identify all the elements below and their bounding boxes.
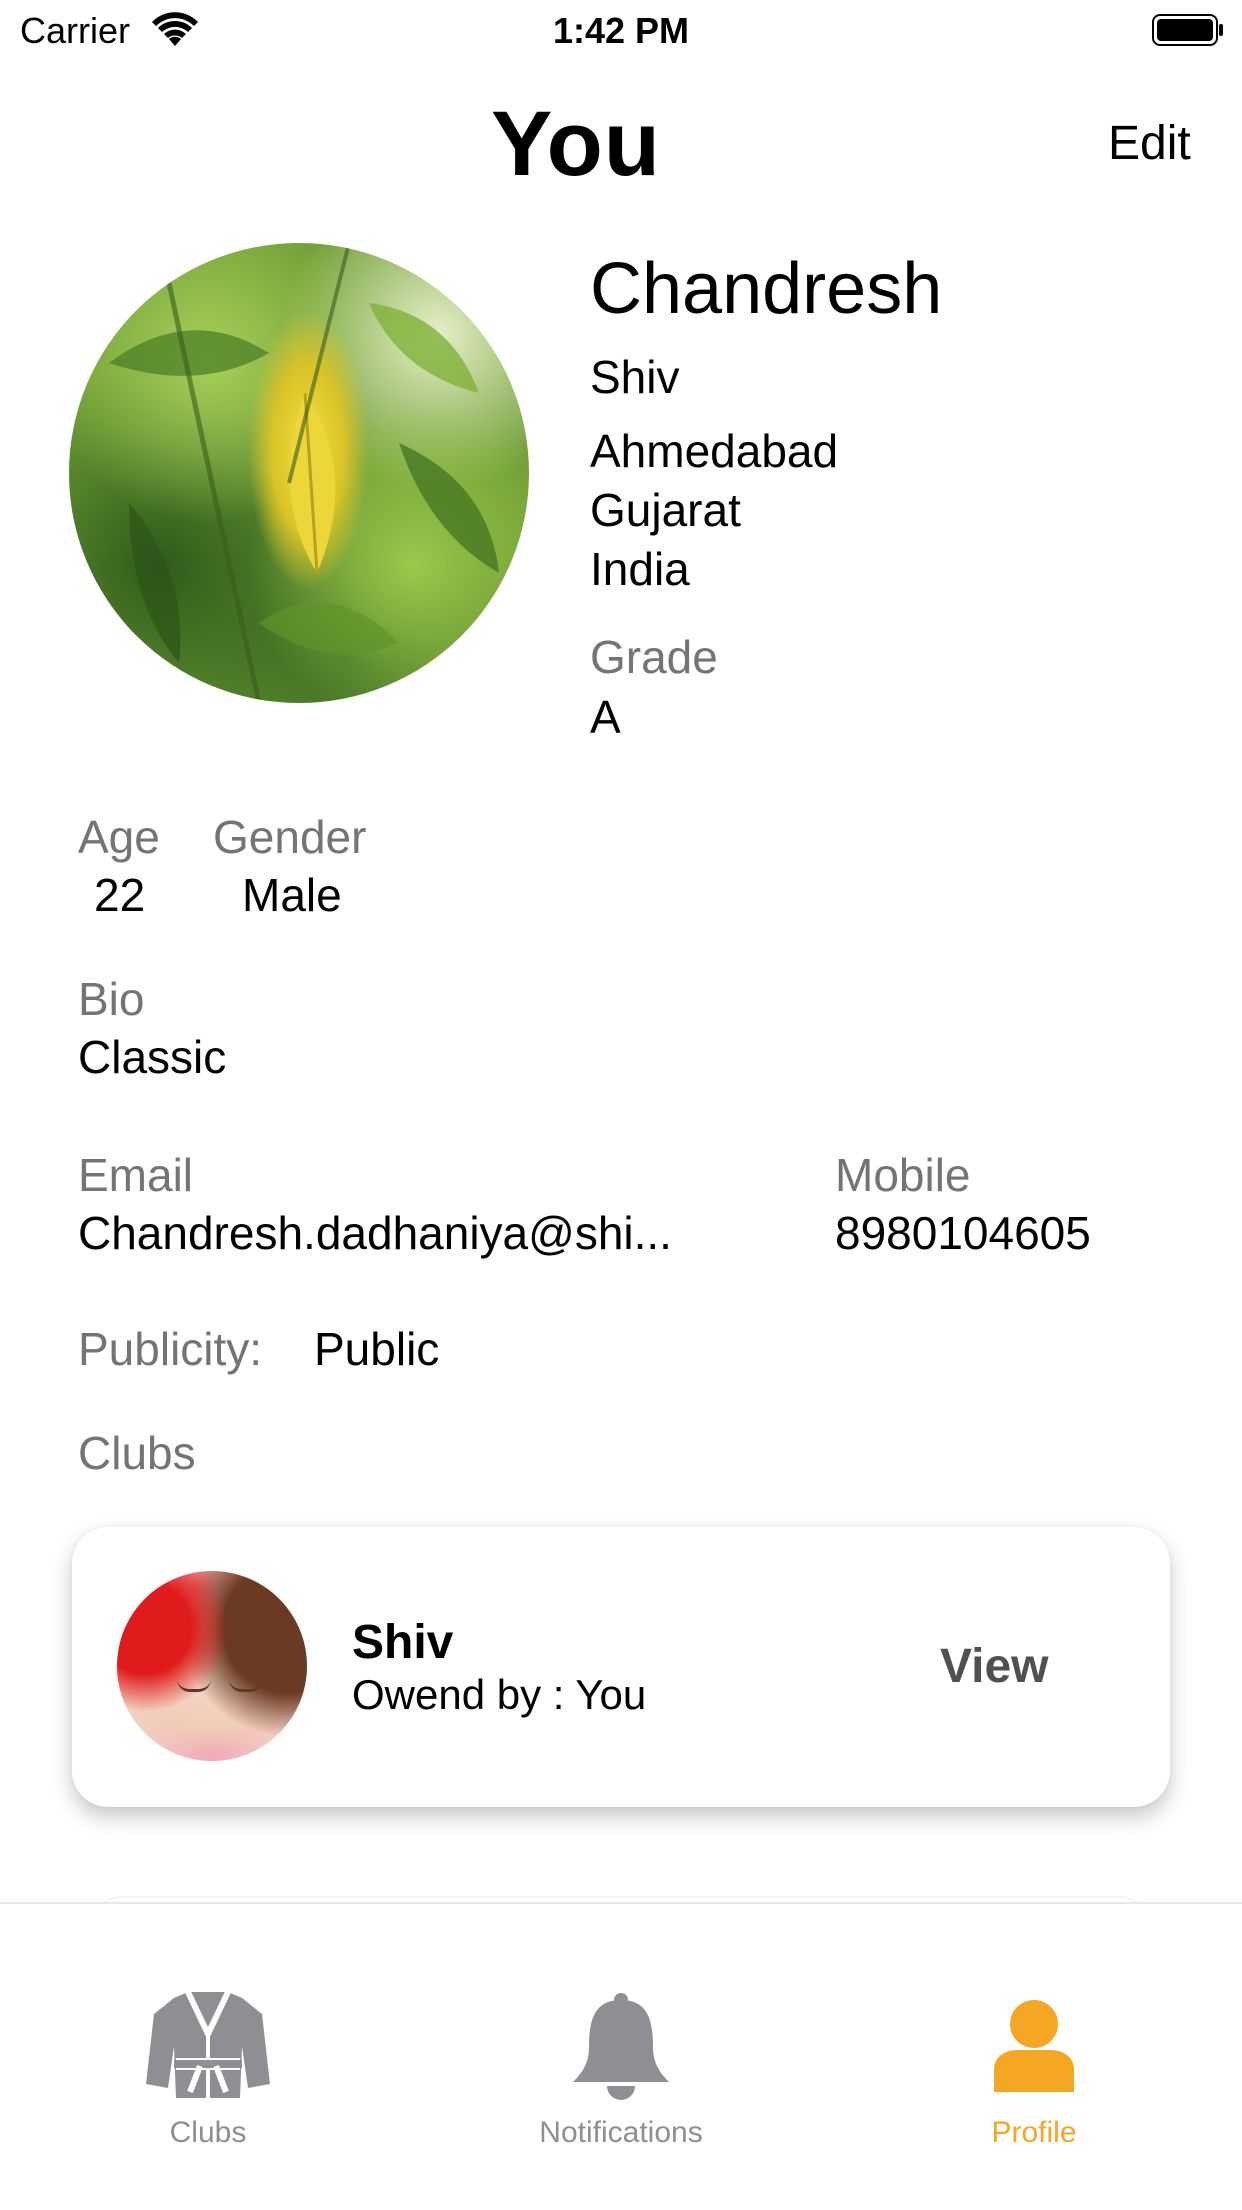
tab-clubs[interactable]: Clubs — [58, 1904, 358, 2210]
profile-first-name: Chandresh — [590, 249, 943, 329]
bio-value: Classic — [78, 1031, 227, 1083]
leaf-photo — [109, 243, 499, 703]
profile-country: India — [590, 543, 690, 595]
gender-value: Male — [242, 869, 342, 921]
bio-label: Bio — [78, 973, 145, 1025]
tab-bar: Clubs Notifications Profile — [0, 1902, 1242, 2210]
age-label: Age — [78, 811, 160, 863]
person-icon — [994, 2000, 1074, 2092]
tab-notifications-label: Notifications — [539, 2116, 703, 2149]
battery-icon — [1152, 14, 1223, 46]
mobile-value: 8980104605 — [835, 1207, 1091, 1259]
mobile-label: Mobile — [835, 1149, 971, 1201]
publicity-label: Publicity: — [78, 1323, 263, 1375]
club-name: Shiv — [352, 1616, 454, 1669]
profile-city: Ahmedabad — [590, 425, 839, 477]
gender-label: Gender — [213, 811, 367, 863]
club-avatar-eye — [229, 1679, 263, 1692]
club-avatar-eye — [177, 1679, 211, 1692]
club-view-button[interactable]: View — [940, 1639, 1049, 1694]
grade-value: A — [590, 691, 621, 743]
grade-label: Grade — [590, 631, 718, 683]
tab-profile-label: Profile — [991, 2116, 1077, 2149]
tab-clubs-label: Clubs — [169, 2116, 247, 2149]
edit-button[interactable]: Edit — [1108, 116, 1191, 171]
club-avatar — [117, 1571, 307, 1761]
profile-avatar — [69, 243, 529, 703]
bell-icon — [573, 1993, 669, 2100]
clubs-section-label: Clubs — [78, 1427, 196, 1479]
club-owner: Owend by : You — [352, 1671, 647, 1718]
page-title: You — [491, 93, 661, 195]
email-label: Email — [78, 1149, 194, 1201]
profile-last-name: Shiv — [590, 351, 680, 403]
publicity-value: Public — [314, 1323, 440, 1375]
club-card[interactable]: Shiv Owend by : You View — [72, 1527, 1170, 1807]
email-value: Chandresh.dadhaniya@shi... — [78, 1207, 672, 1259]
karate-gi-icon — [146, 1990, 270, 2098]
profile-state: Gujarat — [590, 484, 741, 536]
tab-notifications[interactable]: Notifications — [471, 1904, 771, 2210]
age-value: 22 — [94, 869, 146, 921]
status-time: 1:42 PM — [552, 10, 690, 51]
tab-profile[interactable]: Profile — [884, 1904, 1184, 2210]
